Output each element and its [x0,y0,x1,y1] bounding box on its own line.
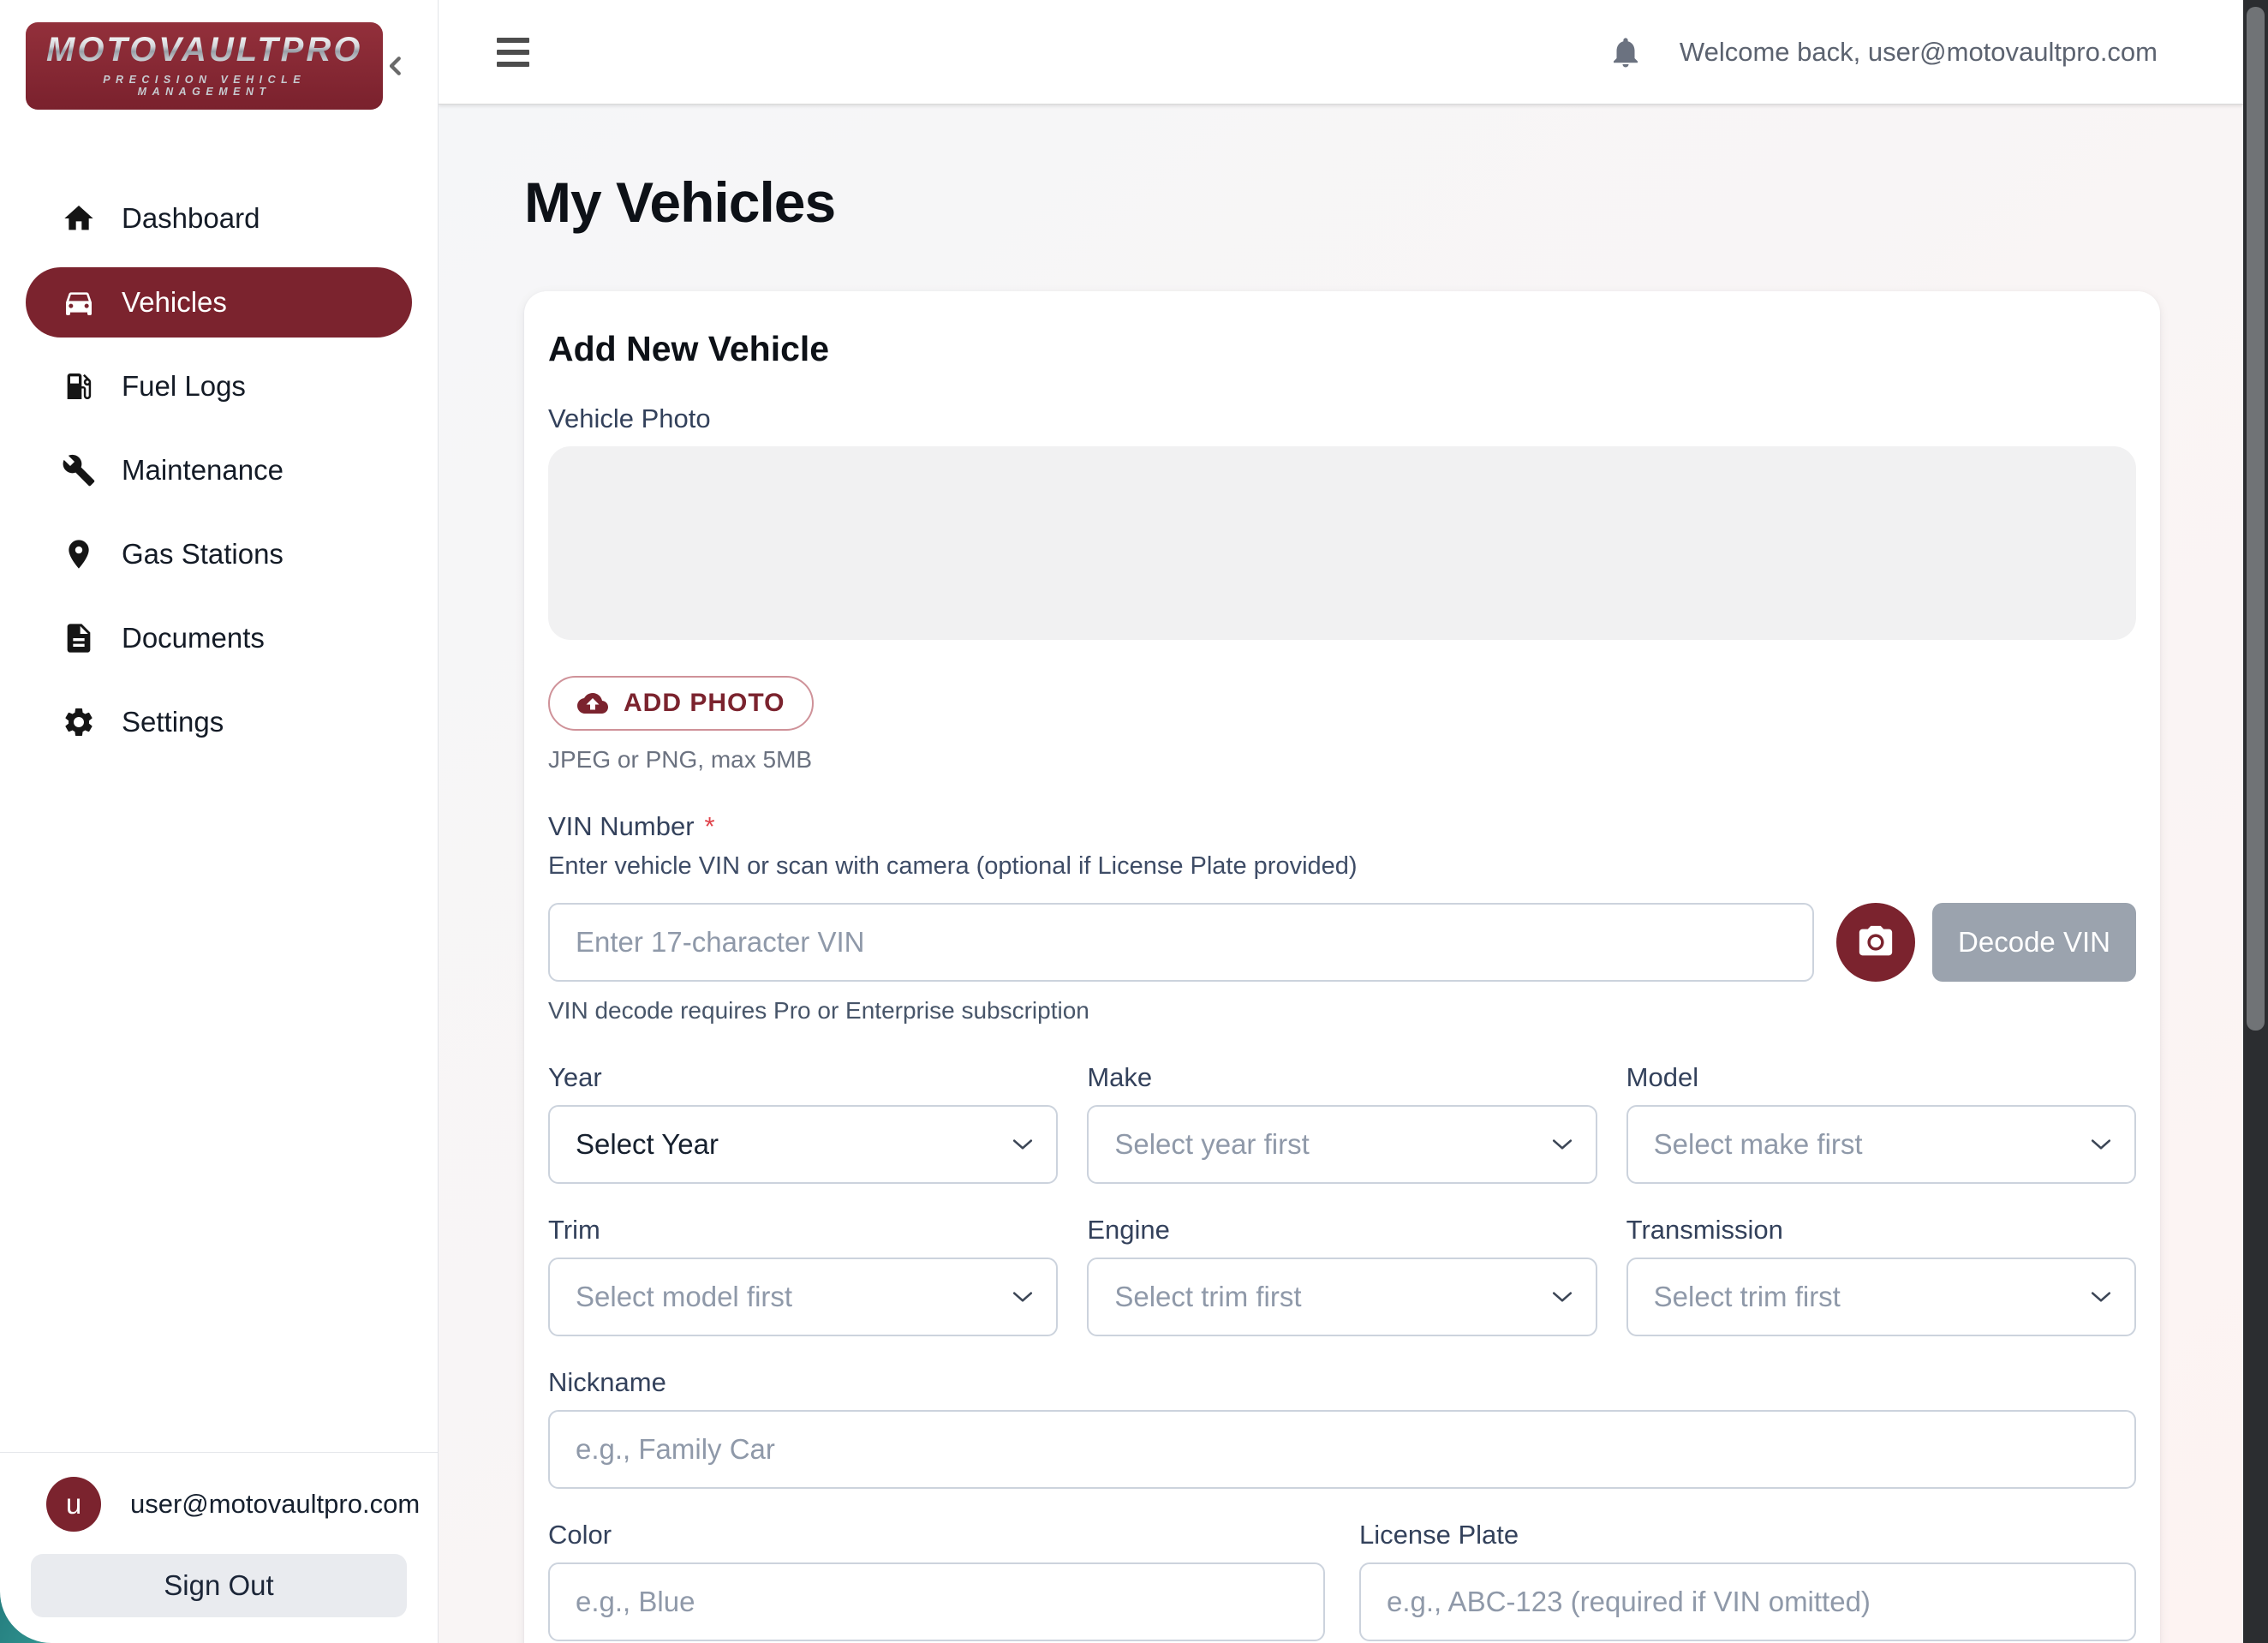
model-field: Model Select make first [1626,1062,2136,1184]
cloud-upload-icon [577,688,608,719]
license-plate-input[interactable] [1359,1562,2136,1641]
nickname-input[interactable] [548,1410,2136,1489]
app-logo-title: MOTOVAULTPRO [46,33,362,67]
wrench-icon [62,453,96,487]
sidebar-item-label: Settings [122,706,224,738]
transmission-select[interactable]: Select trim first [1626,1258,2136,1336]
add-vehicle-card: Add New Vehicle Vehicle Photo ADD PHOTO … [524,291,2160,1643]
vin-helper-text: Enter vehicle VIN or scan with camera (o… [548,852,2136,881]
gear-icon [62,705,96,739]
nickname-field: Nickname [548,1367,2136,1489]
car-icon [62,285,96,320]
add-photo-button[interactable]: ADD PHOTO [548,676,814,731]
sidebar-collapse-button[interactable] [383,51,409,81]
sidebar-nav: Dashboard Vehicles Fuel Logs Maintenance… [0,183,438,757]
transmission-label: Transmission [1626,1215,2136,1246]
page-title: My Vehicles [524,170,2243,235]
vin-number-label: VIN Number * [548,811,2136,842]
year-select[interactable]: Select Year [548,1105,1058,1184]
sign-out-button[interactable]: Sign Out [31,1554,407,1617]
sidebar-item-fuel-logs[interactable]: Fuel Logs [26,351,412,421]
top-header: Welcome back, user@motovaultpro.com [439,0,2243,105]
vertical-scrollbar[interactable] [2243,0,2268,1643]
scan-vin-camera-button[interactable] [1836,903,1915,982]
sidebar-item-label: Gas Stations [122,538,284,571]
required-asterisk: * [705,811,715,842]
app-logo: MOTOVAULTPRO PRECISION VEHICLE MANAGEMEN… [26,22,383,110]
location-pin-icon [62,537,96,571]
color-field: Color [548,1520,1325,1641]
chevron-down-icon [1551,1290,1573,1304]
make-field: Make Select year first [1087,1062,1597,1184]
user-email: user@motovaultpro.com [130,1489,420,1520]
engine-select[interactable]: Select trim first [1087,1258,1597,1336]
sidebar-item-label: Dashboard [122,202,260,235]
vin-input[interactable] [548,903,1814,982]
avatar: u [46,1477,101,1532]
card-title: Add New Vehicle [548,329,2136,369]
chevron-down-icon [2090,1138,2112,1151]
sidebar: MOTOVAULTPRO PRECISION VEHICLE MANAGEMEN… [0,0,439,1643]
chevron-left-icon [383,51,409,81]
sidebar-item-vehicles[interactable]: Vehicles [26,267,412,338]
sidebar-item-gas-stations[interactable]: Gas Stations [26,519,412,589]
nickname-label: Nickname [548,1367,2136,1398]
model-select[interactable]: Select make first [1626,1105,2136,1184]
model-label: Model [1626,1062,2136,1093]
sidebar-item-dashboard[interactable]: Dashboard [26,183,412,254]
make-label: Make [1087,1062,1597,1093]
camera-icon [1856,923,1895,962]
sidebar-item-label: Fuel Logs [122,370,246,403]
vehicle-photo-placeholder [548,446,2136,640]
sidebar-item-label: Vehicles [122,286,227,319]
transmission-field: Transmission Select trim first [1626,1215,2136,1336]
chevron-down-icon [1551,1138,1573,1151]
license-plate-label: License Plate [1359,1520,2136,1550]
welcome-text: Welcome back, user@motovaultpro.com [1680,37,2158,68]
sidebar-item-settings[interactable]: Settings [26,687,412,757]
engine-label: Engine [1087,1215,1597,1246]
color-label: Color [548,1520,1325,1550]
license-plate-field: License Plate [1359,1520,2136,1641]
vehicle-photo-label: Vehicle Photo [548,403,2136,434]
app-logo-subtitle: PRECISION VEHICLE MANAGEMENT [46,74,362,98]
engine-field: Engine Select trim first [1087,1215,1597,1336]
notifications-button[interactable] [1608,34,1644,70]
sidebar-item-label: Maintenance [122,454,284,487]
bell-icon [1608,34,1644,70]
main-content: My Vehicles Add New Vehicle Vehicle Phot… [439,105,2243,1643]
trim-field: Trim Select model first [548,1215,1058,1336]
decode-vin-button[interactable]: Decode VIN [1932,903,2136,982]
color-input[interactable] [548,1562,1325,1641]
trim-select[interactable]: Select model first [548,1258,1058,1336]
photo-format-hint: JPEG or PNG, max 5MB [548,746,2136,774]
chevron-down-icon [2090,1290,2112,1304]
home-icon [62,201,96,236]
trim-label: Trim [548,1215,1058,1246]
fuel-pump-icon [62,369,96,403]
sidebar-item-documents[interactable]: Documents [26,603,412,673]
chevron-down-icon [1012,1138,1034,1151]
year-field: Year Select Year [548,1062,1058,1184]
sidebar-item-label: Documents [122,622,265,654]
year-label: Year [548,1062,1058,1093]
scrollbar-thumb[interactable] [2247,7,2265,1031]
sidebar-footer: u user@motovaultpro.com Sign Out [0,1452,438,1643]
vin-subscription-note: VIN decode requires Pro or Enterprise su… [548,997,2136,1025]
hamburger-menu-icon[interactable] [497,38,529,67]
chevron-down-icon [1012,1290,1034,1304]
make-select[interactable]: Select year first [1087,1105,1597,1184]
document-icon [62,621,96,655]
sidebar-item-maintenance[interactable]: Maintenance [26,435,412,505]
